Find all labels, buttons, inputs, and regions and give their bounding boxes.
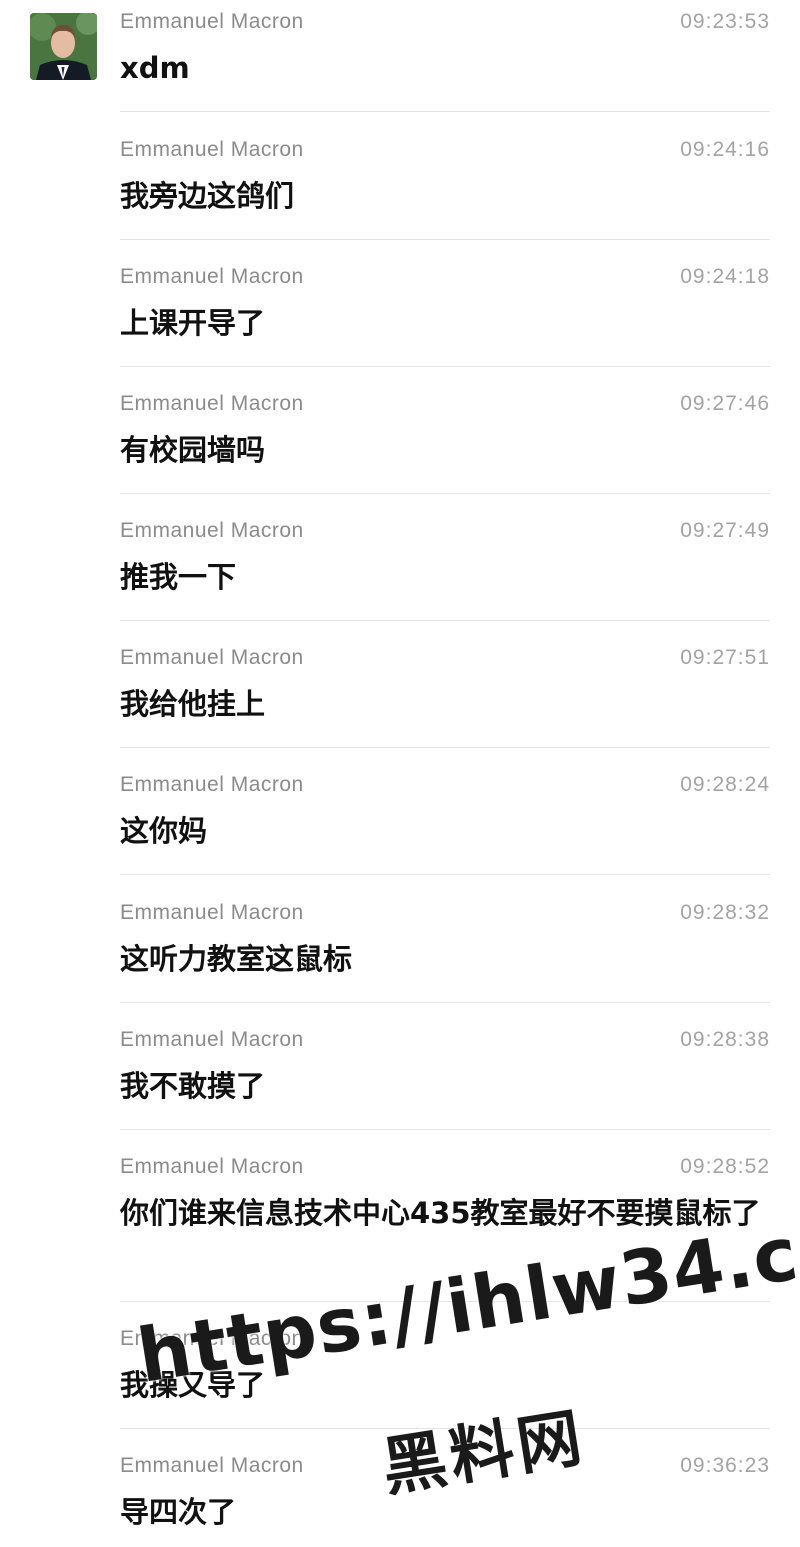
sender-name: Emmanuel Macron (120, 773, 304, 796)
message-item[interactable]: Emmanuel Macron 09:27:46 有校园墙吗 (120, 382, 770, 494)
message-text: 推我一下 (120, 560, 237, 594)
sender-name: Emmanuel Macron (120, 1454, 304, 1477)
message-text: 这听力教室这鼠标 (120, 942, 353, 976)
message-time: 09:28:38 (680, 1028, 770, 1051)
message-item[interactable]: Emmanuel Macron 09:24:18 上课开导了 (120, 255, 770, 367)
message-item[interactable]: Emmanuel Macron 09:24:16 我旁边这鸽们 (120, 128, 770, 240)
message-item[interactable]: Emmanuel Macron 09:28:32 这听力教室这鼠标 (120, 891, 770, 1003)
message-item[interactable]: Emmanuel Macron 09:27:51 我给他挂上 (120, 636, 770, 748)
avatar[interactable] (30, 13, 97, 80)
message-time: 09:23:53 (680, 10, 770, 33)
message-text: xdm (120, 51, 190, 85)
message-item[interactable]: Emmanuel Macron 09:28:52 你们谁来信息技术中心435教室… (120, 1145, 770, 1302)
message-item[interactable]: Emmanuel Macron 09:28:38 我不敢摸了 (120, 1018, 770, 1130)
message-time: 09:36:23 (680, 1454, 770, 1477)
message-item[interactable]: Emmanuel Macron 09:28:24 这你妈 (120, 763, 770, 875)
message-text: 这你妈 (120, 814, 208, 848)
sender-name: Emmanuel Macron (120, 901, 304, 924)
message-text: 我旁边这鸽们 (120, 179, 295, 213)
message-text: 我不敢摸了 (120, 1069, 266, 1103)
sender-name: Emmanuel Macron (120, 265, 304, 288)
sender-name: Emmanuel Macron (120, 1028, 304, 1051)
message-text: 上课开导了 (120, 306, 266, 340)
sender-name: Emmanuel Macron (120, 138, 304, 161)
message-time: 09:28:52 (680, 1155, 770, 1178)
sender-name: Emmanuel Macron (120, 392, 304, 415)
message-time: 09:27:49 (680, 519, 770, 542)
message-time: 09:28:32 (680, 901, 770, 924)
message-time: 09:24:16 (680, 138, 770, 161)
message-time: 09:24:18 (680, 265, 770, 288)
sender-name: Emmanuel Macron (120, 1155, 304, 1178)
message-item[interactable]: Emmanuel Macron 09:27:49 推我一下 (120, 509, 770, 621)
message-item[interactable]: Emmanuel Macron 09:36:23 导四次了 (120, 1444, 770, 1547)
message-text: 导四次了 (120, 1495, 237, 1529)
sender-name: Emmanuel Macron (120, 1327, 304, 1350)
message-text: 有校园墙吗 (120, 433, 266, 467)
message-time: 09:27:51 (680, 646, 770, 669)
message-text: 我操又导了 (120, 1368, 266, 1402)
sender-name: Emmanuel Macron (120, 10, 304, 33)
sender-name: Emmanuel Macron (120, 519, 304, 542)
message-item[interactable]: Emmanuel Macron 09:23:53 xdm (120, 0, 770, 112)
message-text: 你们谁来信息技术中心435教室最好不要摸鼠标了 (120, 1196, 761, 1230)
sender-name: Emmanuel Macron (120, 646, 304, 669)
message-item[interactable]: Emmanuel Macron 我操又导了 (120, 1317, 770, 1429)
message-text: 我给他挂上 (120, 687, 266, 721)
message-time: 09:28:24 (680, 773, 770, 796)
message-time: 09:27:46 (680, 392, 770, 415)
